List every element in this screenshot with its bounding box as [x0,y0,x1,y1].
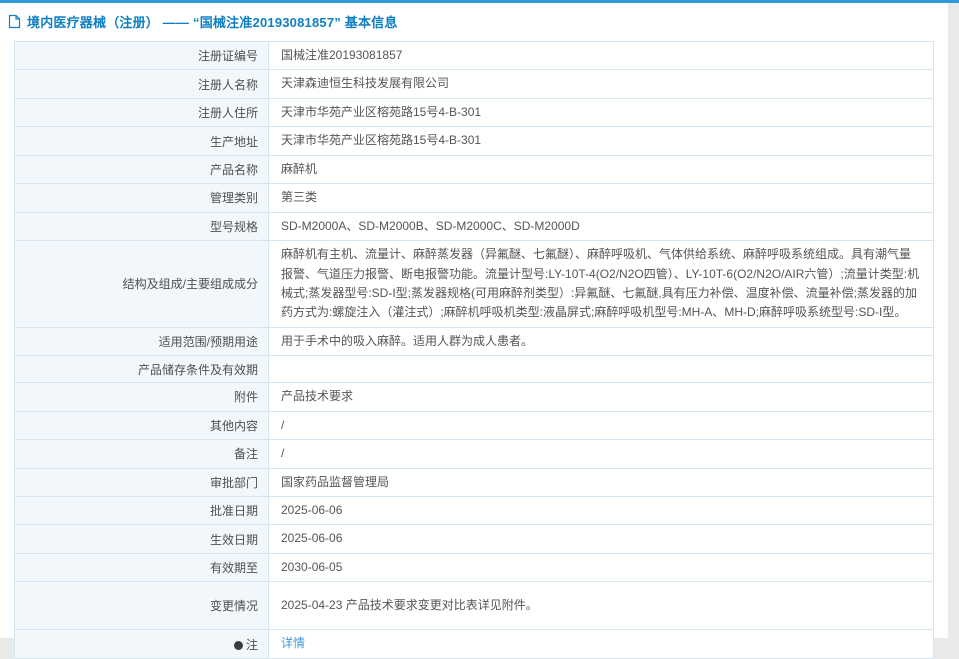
row-label: 注册证编号 [14,40,269,71]
table-row: 结构及组成/主要组成成分 麻醉机有主机、流量计、麻醉蒸发器（异氟醚、七氟醚）、麻醉… [14,240,934,328]
row-label-text: 其他内容 [209,418,258,433]
row-label: 产品名称 [14,154,269,185]
row-label: 注 [14,629,269,659]
row-value: / [268,439,934,469]
detail-link[interactable]: 详情 [281,636,305,650]
row-label-text: 注 [245,637,258,652]
page-header: 境内医疗器械（注册） —— “国械注准20193081857” 基本信息 [0,3,948,40]
row-label: 有效期至 [14,552,269,583]
table-row: 生产地址 天津市华苑产业区榕苑路15号4-B-301 [14,126,934,156]
table-row: 批准日期 2025-06-06 [14,495,934,526]
row-label: 其他内容 [14,410,269,441]
row-value: 天津森迪恒生科技发展有限公司 [268,69,934,99]
table-row: 注册人名称 天津森迪恒生科技发展有限公司 [14,69,934,99]
note-bullet-icon [233,640,243,650]
row-value: 国家药品监督管理局 [268,467,934,498]
table-row: 管理类别 第三类 [14,183,934,213]
row-label-text: 变更情况 [209,599,258,614]
row-label-text: 产品名称 [209,162,258,177]
table-row: 型号规格 SD-M2000A、SD-M2000B、SD-M2000C、SD-M20… [14,211,934,242]
table-row: 注册证编号 国械注准20193081857 [14,40,934,71]
row-label: 变更情况 [14,581,269,631]
page: 境内医疗器械（注册） —— “国械注准20193081857” 基本信息 注册证… [0,3,948,659]
row-label-text: 批准日期 [209,504,258,519]
row-value: / [268,410,934,441]
row-label: 审批部门 [14,467,269,498]
table-row: 变更情况 2025-04-23 产品技术要求变更对比表详见附件。 [14,581,934,631]
row-value: SD-M2000A、SD-M2000B、SD-M2000C、SD-M2000D [268,211,934,242]
table-row: 产品名称 麻醉机 [14,154,934,185]
table-row: 生效日期 2025-06-06 [14,524,934,554]
row-label: 型号规格 [14,211,269,242]
row-value: 2025-04-23 产品技术要求变更对比表详见附件。 [268,581,934,631]
table-row: 注册人住所 天津市华苑产业区榕苑路15号4-B-301 [14,97,934,128]
row-label-text: 型号规格 [209,219,258,234]
row-label-text: 管理类别 [209,191,258,206]
row-label: 备注 [14,439,269,469]
page-title: 境内医疗器械（注册） —— “国械注准20193081857” 基本信息 [27,15,398,30]
row-label: 生产地址 [14,126,269,156]
row-value: 2025-06-06 [268,524,934,554]
row-label: 结构及组成/主要组成成分 [14,240,269,328]
registration-info-table: 注册证编号 国械注准20193081857 注册人名称 天津森迪恒生科技发展有限公司注… [14,40,934,659]
document-icon [8,14,21,29]
row-label: 适用范围/预期用途 [14,326,269,357]
table-row: 其他内容 / [14,410,934,441]
table-row: 附件 产品技术要求 [14,382,934,412]
row-label-text: 生效日期 [209,532,258,547]
row-label-text: 注册证编号 [197,49,258,64]
row-value: 麻醉机有主机、流量计、麻醉蒸发器（异氟醚、七氟醚）、麻醉呼吸机、气体供给系统、麻… [268,240,934,328]
row-label-text: 有效期至 [209,561,258,576]
row-value: 用于手术中的吸入麻醉。适用人群为成人患者。 [268,326,934,357]
row-label: 产品储存条件及有效期 [14,355,269,384]
row-value: 详情 [268,629,934,659]
row-value: 2025-06-06 [268,495,934,526]
row-label-text: 注册人住所 [197,106,258,121]
row-label: 管理类别 [14,183,269,213]
row-label: 附件 [14,382,269,412]
row-value: 产品技术要求 [268,382,934,412]
row-value: 国械注准20193081857 [268,40,934,71]
table-row: 备注 / [14,439,934,469]
table-row: 审批部门 国家药品监督管理局 [14,467,934,498]
table-row: 产品储存条件及有效期 [14,355,934,384]
row-value: 天津市华苑产业区榕苑路15号4-B-301 [268,126,934,156]
row-label-text: 注册人名称 [197,77,258,92]
row-value: 2030-06-05 [268,552,934,583]
row-label-text: 产品储存条件及有效期 [137,362,258,377]
row-label: 生效日期 [14,524,269,554]
row-value [268,355,934,384]
row-label-text: 备注 [233,447,258,462]
row-label-text: 审批部门 [209,475,258,490]
row-label: 注册人名称 [14,69,269,99]
row-label-text: 结构及组成/主要组成成分 [122,277,258,292]
row-value: 天津市华苑产业区榕苑路15号4-B-301 [268,97,934,128]
row-value: 第三类 [268,183,934,213]
table-row: 适用范围/预期用途 用于手术中的吸入麻醉。适用人群为成人患者。 [14,326,934,357]
row-label-text: 适用范围/预期用途 [158,335,258,350]
table-row: 注 详情 [14,629,934,659]
row-label: 批准日期 [14,495,269,526]
row-value: 麻醉机 [268,154,934,185]
row-label: 注册人住所 [14,97,269,128]
row-label-text: 附件 [233,390,258,405]
row-label-text: 生产地址 [209,134,258,149]
table-row: 有效期至 2030-06-05 [14,552,934,583]
